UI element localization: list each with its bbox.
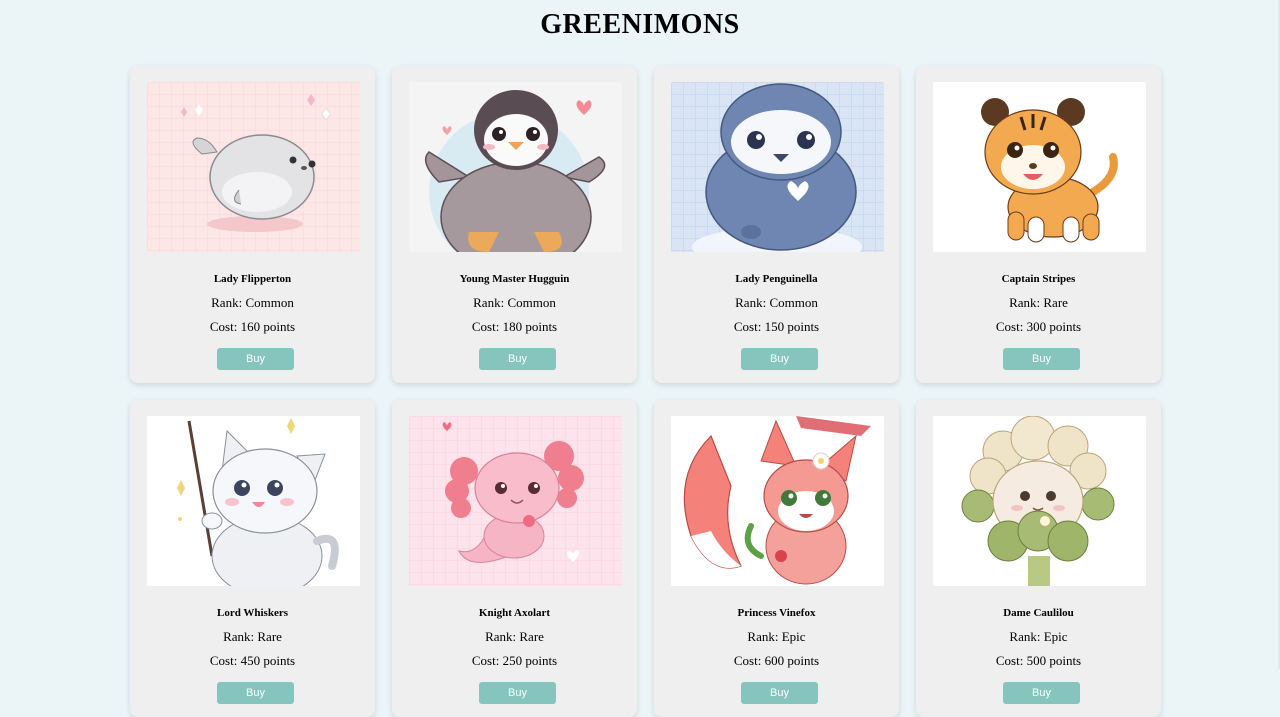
creature-name: Lord Whiskers [216, 607, 288, 619]
seal-illustration [147, 82, 360, 252]
creature-card: Lady Penguinella Rank: Common Cost: 150 … [654, 66, 899, 383]
tiger-illustration [933, 82, 1146, 252]
creature-name: Lady Flipperton [213, 273, 292, 285]
creature-cost: Cost: 300 points [995, 319, 1082, 334]
creature-cost: Cost: 500 points [995, 653, 1082, 668]
creature-rank: Rank: Common [735, 295, 818, 310]
buy-button[interactable]: Buy [1003, 348, 1080, 370]
creature-card: Lord Whiskers Rank: Rare Cost: 450 point… [130, 400, 375, 717]
creature-cost: Cost: 450 points [209, 653, 296, 668]
buy-button[interactable]: Buy [741, 682, 818, 704]
penguin-illustration [409, 82, 622, 252]
creature-rank: Rank: Rare [223, 629, 282, 644]
buy-button[interactable]: Buy [1003, 682, 1080, 704]
creature-cost: Cost: 180 points [471, 319, 558, 334]
creature-card: Knight Axolart Rank: Rare Cost: 250 poin… [392, 400, 637, 717]
buy-button[interactable]: Buy [217, 348, 294, 370]
creature-cost: Cost: 150 points [733, 319, 820, 334]
creature-name: Captain Stripes [1001, 273, 1076, 285]
axolotl-illustration [409, 416, 622, 586]
creature-card: Lady Flipperton Rank: Common Cost: 160 p… [130, 66, 375, 383]
creature-rank: Rank: Epic [1009, 629, 1068, 644]
creature-name: Young Master Hugguin [459, 273, 570, 285]
creature-rank: Rank: Rare [1009, 295, 1068, 310]
blue-penguin-illustration [671, 82, 884, 252]
creature-card: Captain Stripes Rank: Rare Cost: 300 poi… [916, 66, 1161, 383]
creature-name: Knight Axolart [478, 607, 551, 619]
creature-card: Princess Vinefox Rank: Epic Cost: 600 po… [654, 400, 899, 717]
page-title: GREENIMONS [540, 9, 740, 40]
creature-rank: Rank: Common [211, 295, 294, 310]
creature-rank: Rank: Epic [747, 629, 806, 644]
creature-card: Young Master Hugguin Rank: Common Cost: … [392, 66, 637, 383]
buy-button[interactable]: Buy [479, 348, 556, 370]
creature-cost: Cost: 600 points [733, 653, 820, 668]
creature-cost: Cost: 160 points [209, 319, 296, 334]
creature-cost: Cost: 250 points [471, 653, 558, 668]
creature-name: Princess Vinefox [737, 607, 816, 619]
creature-name: Dame Caulilou [1003, 607, 1074, 619]
fox-illustration [671, 416, 884, 586]
creature-card: Dame Caulilou Rank: Epic Cost: 500 point… [916, 400, 1161, 717]
buy-button[interactable]: Buy [741, 348, 818, 370]
cat-illustration [147, 416, 360, 586]
cauliflower-illustration [933, 416, 1146, 586]
buy-button[interactable]: Buy [479, 682, 556, 704]
creature-grid: Lady Flipperton Rank: Common Cost: 160 p… [130, 66, 1161, 717]
creature-rank: Rank: Common [473, 295, 556, 310]
creature-name: Lady Penguinella [735, 273, 818, 285]
buy-button[interactable]: Buy [217, 682, 294, 704]
creature-rank: Rank: Rare [485, 629, 544, 644]
